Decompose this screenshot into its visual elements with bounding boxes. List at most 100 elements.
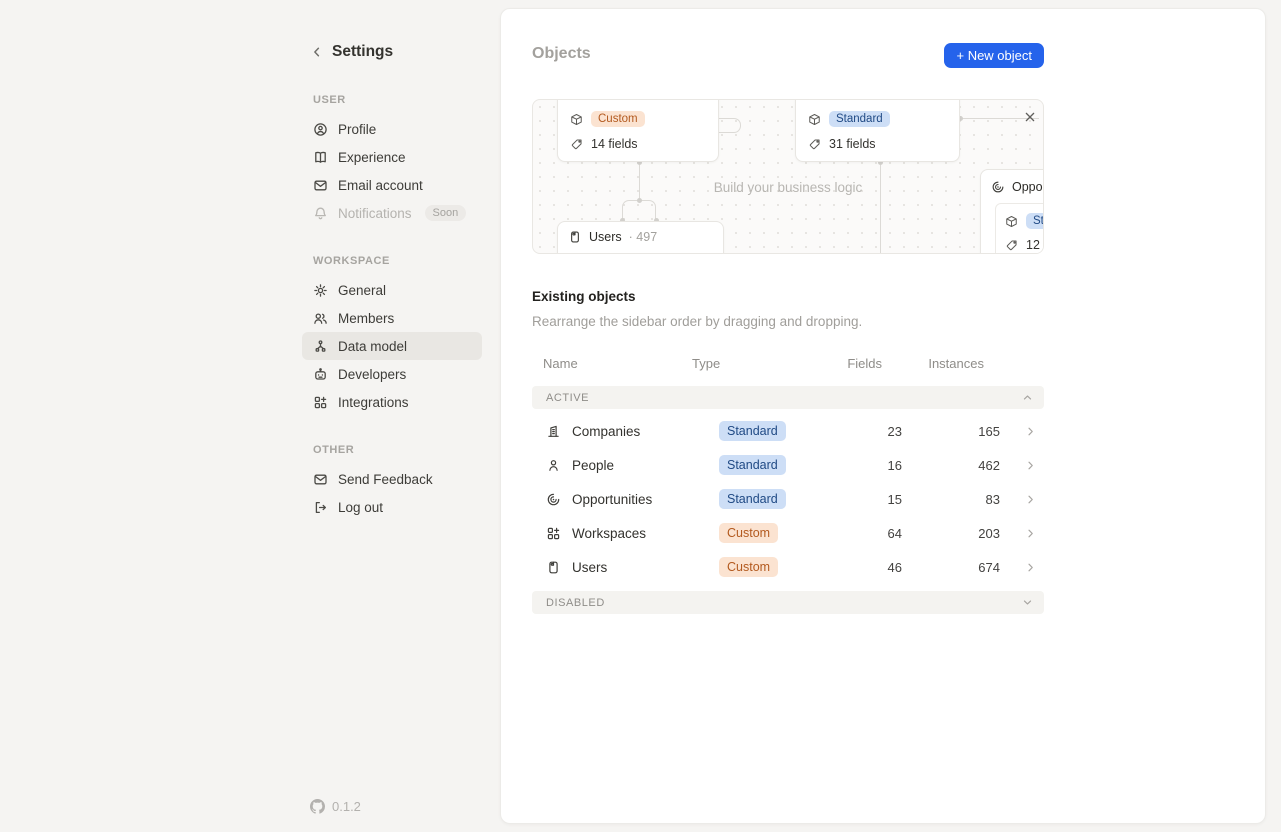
version-label: 0.1.2: [332, 799, 361, 814]
chevron-right-icon[interactable]: [1024, 561, 1037, 574]
new-object-button[interactable]: + New object: [944, 43, 1044, 68]
banner-users-subcard: [568, 253, 714, 254]
sidebar-item-label: Members: [338, 311, 394, 326]
banner-opp-name: Opportunities: [1012, 180, 1044, 194]
column-header-fields: Fields: [842, 356, 902, 371]
robot-icon: [313, 367, 328, 382]
column-header-type: Type: [692, 356, 842, 371]
group-label: ACTIVE: [546, 392, 589, 404]
fields-count: 46: [842, 560, 902, 575]
group-header-active[interactable]: ACTIVE: [532, 386, 1044, 409]
sidebar-item-label: Notifications: [338, 206, 412, 221]
existing-objects-subtitle: Rearrange the sidebar order by dragging …: [532, 314, 862, 329]
sidebar-item-label: Data model: [338, 339, 407, 354]
github-icon: [310, 799, 325, 814]
settings-title: Settings: [332, 43, 393, 61]
sidebar-item-label: Integrations: [338, 395, 409, 410]
fields-count: 12 fields: [1026, 238, 1044, 252]
connector-loop: [719, 118, 741, 133]
cube-icon: [1005, 215, 1018, 228]
sidebar-item-developers[interactable]: Developers: [302, 360, 482, 388]
settings-back[interactable]: Settings: [302, 40, 482, 64]
banner-users-name: Users: [589, 230, 622, 244]
section-label-workspace: WORKSPACE: [302, 255, 482, 267]
logout-icon: [313, 500, 328, 515]
building-icon: [546, 424, 561, 439]
sidebar-item-label: Email account: [338, 178, 423, 193]
data-model-banner: Custom 14 fields Standard: [532, 99, 1044, 254]
chevron-right-icon[interactable]: [1024, 425, 1037, 438]
type-badge: Standard: [719, 455, 786, 475]
type-badge: Standard: [829, 111, 890, 128]
chevron-right-icon[interactable]: [1024, 527, 1037, 540]
sidebar-item-members[interactable]: Members: [302, 304, 482, 332]
junction-dot: [637, 198, 642, 203]
object-name: Opportunities: [572, 492, 652, 507]
table-row-users[interactable]: Users Custom 46 674: [532, 550, 1044, 584]
sidebar-item-profile[interactable]: Profile: [302, 115, 482, 143]
section-label-user: USER: [302, 94, 482, 106]
cube-icon: [808, 113, 821, 126]
fields-count: 31 fields: [829, 137, 876, 151]
fields-count: 64: [842, 526, 902, 541]
people-icon: [313, 311, 328, 326]
page-title: Objects: [532, 45, 591, 63]
sidebar-item-experience[interactable]: Experience: [302, 143, 482, 171]
type-badge: Standard: [719, 421, 786, 441]
sidebar-item-label: Send Feedback: [338, 472, 433, 487]
banner-card-standard: Standard 31 fields: [795, 99, 960, 162]
sidebar-item-general[interactable]: General: [302, 276, 482, 304]
sidebar-item-email-account[interactable]: Email account: [302, 171, 482, 199]
instances-count: 165: [902, 424, 1000, 439]
close-icon[interactable]: [1021, 108, 1039, 126]
instances-count: 203: [902, 526, 1000, 541]
soon-badge: Soon: [425, 205, 467, 221]
fields-count: 14 fields: [591, 137, 638, 151]
objects-panel: Objects + New object Custom: [500, 8, 1266, 824]
table-row-companies[interactable]: Companies Standard 23 165: [532, 414, 1044, 448]
banner-card-users: Users · 497: [557, 221, 724, 254]
cube-icon: [570, 113, 583, 126]
object-name: Workspaces: [572, 526, 646, 541]
book-icon: [313, 150, 328, 165]
sidebar-item-log-out[interactable]: Log out: [302, 493, 482, 521]
sidebar-section-user: USER Profile Experience Email account No…: [302, 94, 482, 227]
connector-vertical-b: [880, 162, 881, 254]
sidebar-item-integrations[interactable]: Integrations: [302, 388, 482, 416]
column-header-name: Name: [532, 356, 692, 371]
object-name: Companies: [572, 424, 640, 439]
sidebar-item-send-feedback[interactable]: Send Feedback: [302, 465, 482, 493]
target-icon: [546, 492, 561, 507]
table-row-opportunities[interactable]: Opportunities Standard 15 83: [532, 482, 1044, 516]
fields-count: 23: [842, 424, 902, 439]
target-icon: [991, 180, 1005, 194]
chevron-up-icon: [1021, 391, 1034, 404]
sidebar-item-label: Developers: [338, 367, 406, 382]
users-object-icon: [568, 230, 582, 244]
chevron-down-icon: [1021, 596, 1034, 609]
envelope-icon: [313, 472, 328, 487]
banner-caption: Build your business logic: [533, 180, 1043, 195]
chevron-right-icon[interactable]: [1024, 493, 1037, 506]
app-version: 0.1.2: [310, 799, 361, 814]
grid-plus-icon: [546, 526, 561, 541]
table-row-workspaces[interactable]: Workspaces Custom 64 203: [532, 516, 1044, 550]
grid-plus-icon: [313, 395, 328, 410]
connector-users: [622, 200, 656, 221]
type-badge: Standard: [1026, 213, 1044, 230]
type-badge: Custom: [719, 557, 778, 577]
sidebar-item-data-model[interactable]: Data model: [302, 332, 482, 360]
instances-count: 674: [902, 560, 1000, 575]
sidebar-item-label: Profile: [338, 122, 376, 137]
table-row-people[interactable]: People Standard 16 462: [532, 448, 1044, 482]
gear-icon: [313, 283, 328, 298]
chevron-right-icon[interactable]: [1024, 459, 1037, 472]
object-name: Users: [572, 560, 607, 575]
banner-card-opportunities: Opportunities Standard 12 fields: [980, 169, 1044, 254]
table-header: Name Type Fields Instances: [532, 350, 1044, 377]
envelope-icon: [313, 178, 328, 193]
group-header-disabled[interactable]: DISABLED: [532, 591, 1044, 614]
object-name: People: [572, 458, 614, 473]
type-badge: Standard: [719, 489, 786, 509]
banner-card-custom: Custom 14 fields: [557, 99, 719, 162]
